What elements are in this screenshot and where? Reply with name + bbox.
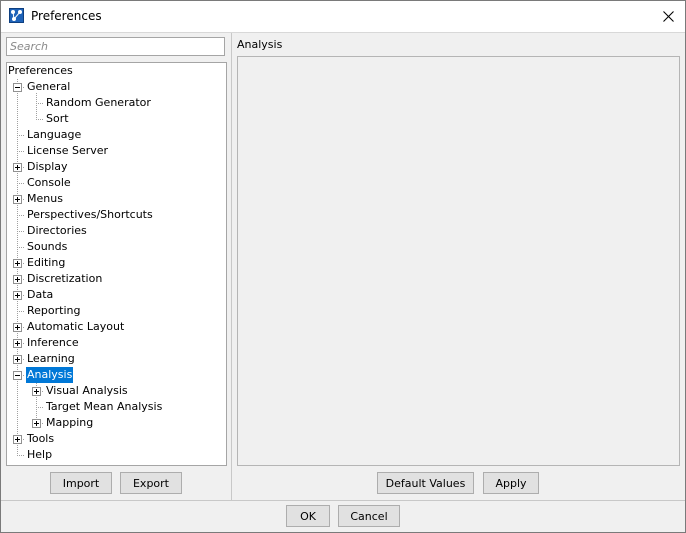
expand-icon[interactable]: [13, 163, 22, 172]
expand-icon[interactable]: [13, 323, 22, 332]
tree-item-language[interactable]: Language: [26, 127, 82, 143]
tree-root-preferences[interactable]: Preferences: [7, 63, 74, 79]
preferences-navigation: Preferences General Random Generator Sor…: [1, 33, 231, 500]
collapse-icon[interactable]: [13, 83, 22, 92]
tree-item-display[interactable]: Display: [26, 159, 69, 175]
ok-button[interactable]: OK: [286, 505, 330, 527]
tree-item-mapping[interactable]: Mapping: [45, 415, 94, 431]
expand-icon[interactable]: [13, 355, 22, 364]
tree-item-analysis[interactable]: Analysis: [26, 367, 74, 383]
expand-icon[interactable]: [32, 419, 41, 428]
tree-item-reporting[interactable]: Reporting: [26, 303, 81, 319]
expand-icon[interactable]: [32, 387, 41, 396]
window-title: Preferences: [31, 9, 102, 23]
preferences-window: Preferences Search Preferences General R…: [0, 0, 686, 533]
tree-item-sounds[interactable]: Sounds: [26, 239, 68, 255]
collapse-icon[interactable]: [13, 371, 22, 380]
tree-item-learning[interactable]: Learning: [26, 351, 76, 367]
tree-item-inference[interactable]: Inference: [26, 335, 80, 351]
tree-item-help[interactable]: Help: [26, 447, 53, 463]
tree-item-editing[interactable]: Editing: [26, 255, 66, 271]
tree-item-perspectives-shortcuts[interactable]: Perspectives/Shortcuts: [26, 207, 154, 223]
section-title: Analysis: [237, 38, 283, 51]
tree-item-visual-analysis[interactable]: Visual Analysis: [45, 383, 129, 399]
search-input[interactable]: [7, 38, 224, 55]
tree-item-random-generator[interactable]: Random Generator: [45, 95, 152, 111]
expand-icon[interactable]: [13, 435, 22, 444]
settings-pane: Analysis Default Values Apply: [232, 33, 685, 500]
tree-item-target-mean-analysis[interactable]: Target Mean Analysis: [45, 399, 163, 415]
tree-item-menus[interactable]: Menus: [26, 191, 64, 207]
expand-icon[interactable]: [13, 195, 22, 204]
tree-item-tools[interactable]: Tools: [26, 431, 55, 447]
import-button[interactable]: Import: [50, 472, 112, 494]
close-icon: [662, 11, 674, 22]
tree-item-console[interactable]: Console: [26, 175, 72, 191]
expand-icon[interactable]: [13, 339, 22, 348]
search-field[interactable]: [6, 37, 225, 56]
default-values-button[interactable]: Default Values: [377, 472, 474, 494]
expand-icon[interactable]: [13, 259, 22, 268]
tree-item-sort[interactable]: Sort: [45, 111, 70, 127]
title-bar: Preferences: [1, 1, 685, 32]
tree-item-automatic-layout[interactable]: Automatic Layout: [26, 319, 125, 335]
tree-item-data[interactable]: Data: [26, 287, 54, 303]
expand-icon[interactable]: [13, 291, 22, 300]
apply-button[interactable]: Apply: [483, 472, 539, 494]
app-icon: [9, 8, 24, 23]
tree-item-license-server[interactable]: License Server: [26, 143, 109, 159]
tree-item-discretization[interactable]: Discretization: [26, 271, 103, 287]
tree-item-general[interactable]: General: [26, 79, 71, 95]
footer-separator: [1, 500, 685, 501]
close-button[interactable]: [651, 1, 685, 32]
tree-item-directories[interactable]: Directories: [26, 223, 88, 239]
preferences-tree[interactable]: Preferences General Random Generator Sor…: [6, 62, 227, 466]
export-button[interactable]: Export: [120, 472, 182, 494]
settings-content-panel: [237, 56, 680, 466]
expand-icon[interactable]: [13, 275, 22, 284]
cancel-button[interactable]: Cancel: [338, 505, 400, 527]
